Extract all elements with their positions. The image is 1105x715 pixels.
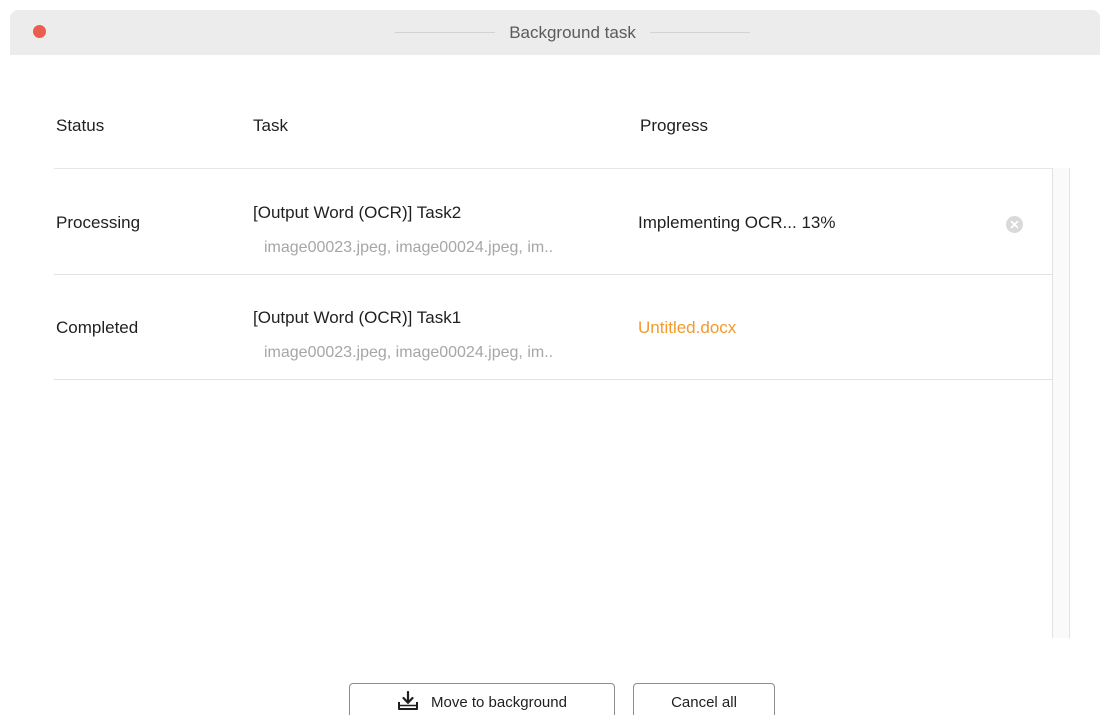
row-task-files: image00023.jpeg, image00024.jpeg, im.. bbox=[264, 239, 554, 256]
row-status: Processing bbox=[56, 213, 141, 232]
download-tray-icon bbox=[398, 691, 419, 710]
row-task-title: [Output Word (OCR)] Task1 bbox=[253, 308, 462, 327]
cancel-all-label: Cancel all bbox=[671, 694, 737, 711]
table-header: Status Task Progress bbox=[0, 108, 1105, 144]
row-status: Completed bbox=[56, 318, 139, 337]
vertical-scrollbar[interactable] bbox=[1052, 168, 1070, 638]
footer-actions: Move to background Cancel all bbox=[0, 683, 1105, 715]
header-progress: Progress bbox=[640, 116, 709, 135]
circle-x-icon[interactable] bbox=[1006, 216, 1023, 233]
close-dot-icon[interactable] bbox=[33, 25, 46, 38]
output-file-link[interactable]: Untitled.docx bbox=[638, 318, 736, 338]
background-task-window: Background task Status Task Progress Pro… bbox=[0, 0, 1105, 715]
row-progress: Implementing OCR... 13% bbox=[638, 213, 836, 232]
window-title-group: Background task bbox=[395, 10, 751, 55]
title-bar: Background task bbox=[10, 10, 1100, 55]
row-task-files: image00023.jpeg, image00024.jpeg, im.. bbox=[264, 344, 554, 361]
title-divider-left bbox=[395, 32, 496, 33]
move-to-background-button[interactable]: Move to background bbox=[349, 683, 615, 715]
header-task: Task bbox=[253, 116, 288, 135]
task-table: Processing [Output Word (OCR)] Task2 ima… bbox=[0, 168, 1105, 638]
move-to-background-label: Move to background bbox=[431, 694, 567, 711]
title-divider-right bbox=[649, 32, 751, 33]
header-status: Status bbox=[56, 116, 105, 135]
row-task-title: [Output Word (OCR)] Task2 bbox=[253, 203, 462, 222]
table-row[interactable]: Processing [Output Word (OCR)] Task2 ima… bbox=[54, 169, 1052, 275]
table-row[interactable]: Completed [Output Word (OCR)] Task1 imag… bbox=[54, 274, 1052, 380]
window-title: Background task bbox=[509, 22, 636, 42]
cancel-all-button[interactable]: Cancel all bbox=[633, 683, 775, 715]
